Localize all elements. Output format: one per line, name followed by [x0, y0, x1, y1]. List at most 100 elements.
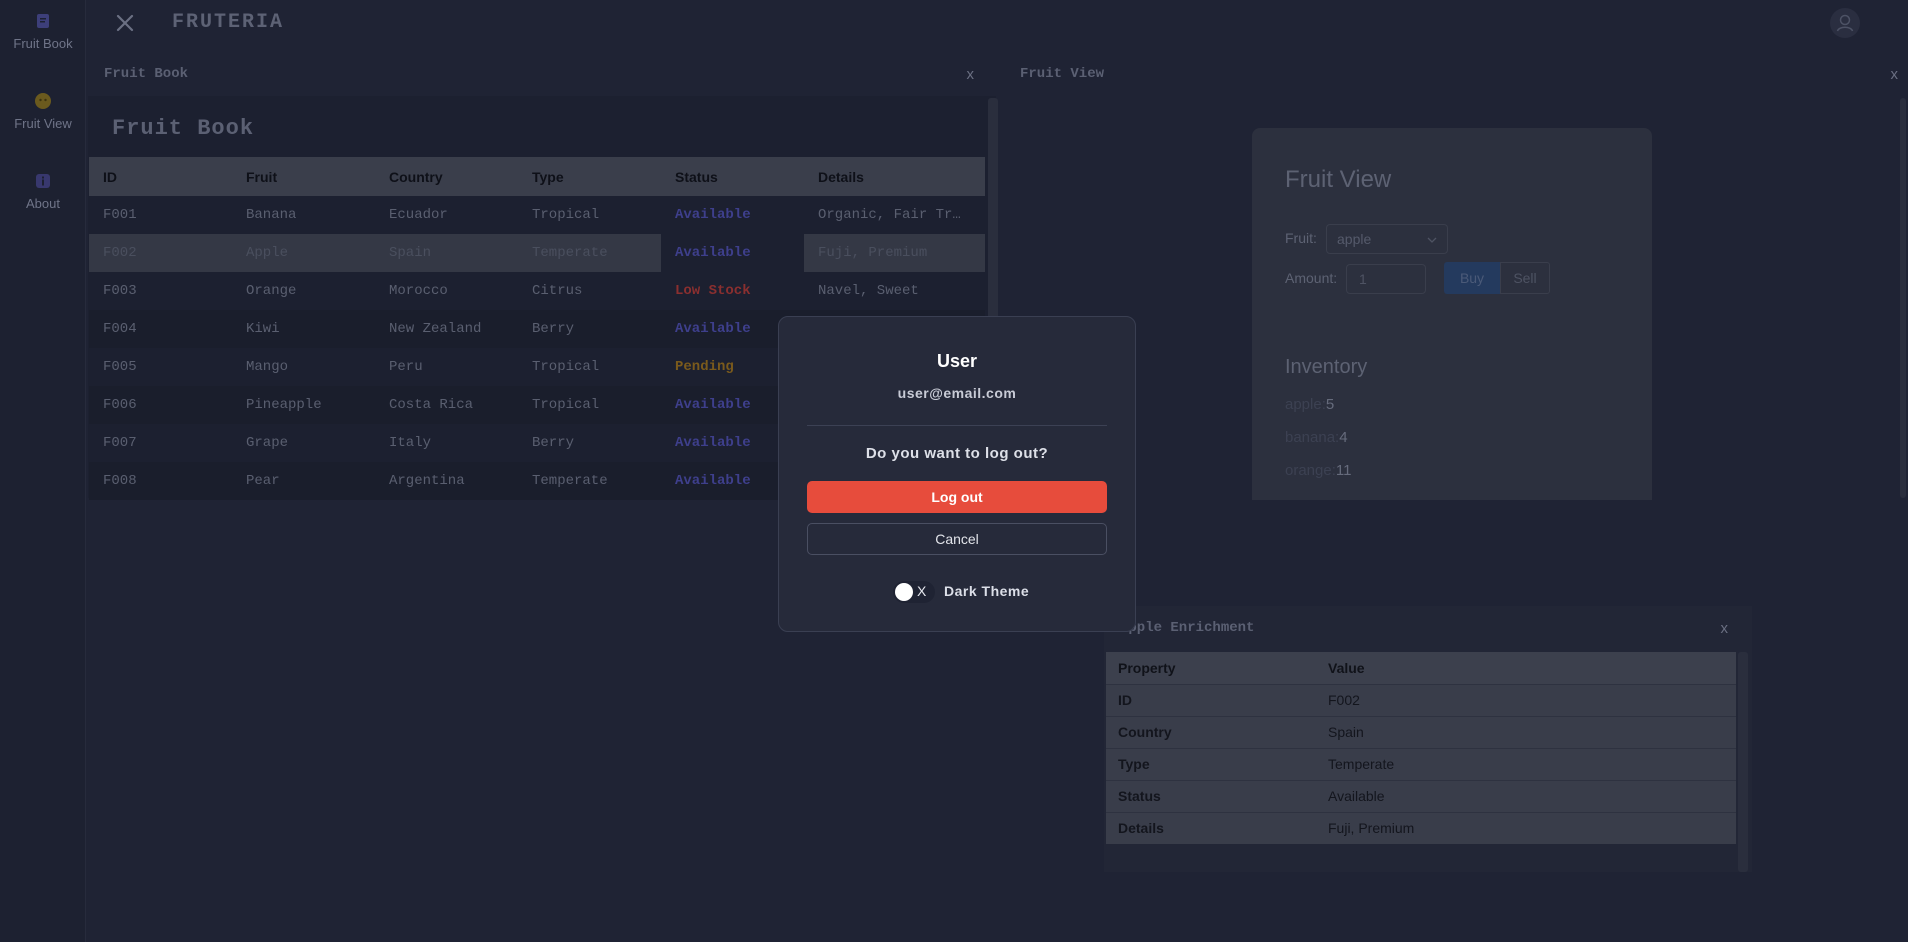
column-header[interactable]: Status	[661, 157, 804, 196]
logout-dialog: User user@email.com Do you want to log o…	[778, 316, 1136, 632]
cell-id: F008	[89, 462, 232, 500]
cell-type: Temperate	[518, 234, 661, 272]
app-brand: FRUTERIA	[172, 11, 285, 34]
cell-id: F002	[89, 234, 232, 272]
panel-title: Fruit View	[1020, 66, 1105, 82]
fruit-book-panel-header: Fruit Book x	[88, 60, 984, 90]
cell-id: F006	[89, 386, 232, 424]
cell-country: Morocco	[389, 283, 448, 299]
cell-type: Berry	[532, 435, 575, 451]
scrollbar[interactable]	[1738, 652, 1748, 872]
divider	[807, 425, 1107, 426]
buy-button[interactable]: Buy	[1444, 262, 1500, 294]
sidebar-item-fruit-view[interactable]: Fruit View	[0, 92, 86, 131]
select-value: apple	[1337, 231, 1372, 247]
dark-theme-toggle[interactable]: X	[893, 581, 935, 603]
property-value: F002	[1316, 683, 1736, 716]
fruit-label: Fruit:	[1285, 230, 1317, 246]
chevron-down-icon	[1427, 237, 1437, 243]
fruit-view-panel-header: Fruit View x	[1004, 60, 1908, 90]
table-header-row: ID Fruit Country Type Status Details	[89, 157, 985, 196]
table-row: Country Spain	[1106, 715, 1736, 748]
dark-theme-label: Dark Theme	[944, 583, 1030, 599]
sidebar-item-label: Fruit Book	[13, 36, 73, 51]
scrollbar[interactable]	[1900, 98, 1906, 498]
property-name: Status	[1106, 779, 1316, 812]
user-name: User	[936, 351, 978, 371]
cell-id: F005	[103, 359, 137, 375]
column-header[interactable]: Details	[804, 157, 985, 196]
inventory-count: 11	[1335, 462, 1352, 479]
cancel-button[interactable]: Cancel	[807, 523, 1107, 555]
property-value: Fuji, Premium	[1316, 811, 1736, 844]
inventory-name: banana:	[1285, 429, 1340, 446]
page-title: Fruit Book	[112, 116, 255, 141]
column-header[interactable]: Fruit	[232, 157, 375, 196]
table-header-row: Property Value	[1106, 652, 1736, 684]
inventory-item: apple:5	[1285, 396, 1334, 413]
amount-input[interactable]: 1	[1346, 264, 1426, 294]
avatar[interactable]	[1830, 8, 1860, 38]
column-header[interactable]: Country	[375, 157, 518, 196]
inventory-count: 4	[1339, 429, 1348, 446]
cell-country: Costa Rica	[375, 386, 518, 424]
inventory-item: orange:11	[1285, 462, 1351, 479]
cell-type: Temperate	[518, 462, 661, 500]
cell-fruit: Banana	[246, 207, 297, 223]
cell-fruit: Mango	[246, 359, 289, 375]
table-row: Details Fuji, Premium	[1106, 811, 1736, 844]
logout-button[interactable]: Log out	[807, 481, 1107, 513]
property-name: ID	[1106, 683, 1316, 716]
close-icon[interactable]	[112, 10, 138, 36]
cell-id: F004	[89, 310, 232, 348]
toggle-knob	[895, 583, 913, 601]
sidebar-item-about[interactable]: About	[0, 172, 86, 211]
inventory-name: apple:	[1285, 396, 1326, 413]
table-row-selected[interactable]: F002 Apple Spain Temperate Available Fuj…	[89, 234, 985, 272]
column-header[interactable]: ID	[89, 157, 232, 196]
fruit-icon	[35, 93, 51, 109]
property-name: Country	[1106, 715, 1316, 748]
column-header: Property	[1106, 652, 1316, 684]
toggle-off-mark: X	[917, 583, 927, 599]
cell-status: Available	[661, 234, 804, 272]
cell-fruit: Orange	[246, 283, 297, 299]
table-row[interactable]: F003 Orange Morocco Citrus Low Stock Nav…	[89, 272, 985, 310]
user-icon	[1836, 14, 1854, 32]
cell-type: Tropical	[518, 386, 661, 424]
fruit-select[interactable]: apple	[1326, 224, 1448, 254]
top-bar	[86, 0, 1908, 48]
sidebar: Fruit Book Fruit View About	[0, 0, 86, 942]
close-panel-button[interactable]: x	[1721, 620, 1729, 637]
cell-fruit: Grape	[246, 435, 289, 451]
enrichment-panel-header: Apple Enrichment x	[1104, 614, 1752, 644]
cell-details: Fuji, Premium	[804, 234, 985, 272]
cell-type: Citrus	[532, 283, 583, 299]
cell-fruit: Pineapple	[232, 386, 375, 424]
cell-type: Tropical	[532, 359, 600, 375]
column-header[interactable]: Type	[518, 157, 661, 196]
sell-button[interactable]: Sell	[1500, 262, 1550, 294]
cell-fruit: Pear	[232, 462, 375, 500]
fruit-view-card: Fruit View Fruit: apple Amount: 1 Buy Se…	[1252, 128, 1652, 500]
sidebar-item-fruit-book[interactable]: Fruit Book	[0, 12, 86, 51]
column-header: Value	[1316, 652, 1736, 684]
cell-country: Peru	[389, 359, 423, 375]
cell-id: F001	[103, 207, 137, 223]
card-title: Fruit View	[1285, 166, 1392, 193]
close-panel-button[interactable]: x	[1891, 66, 1899, 83]
table-row[interactable]: F001 Banana Ecuador Tropical Available O…	[89, 196, 985, 234]
cell-status: Available	[675, 207, 751, 223]
sidebar-item-label: About	[26, 196, 60, 211]
inventory-count: 5	[1325, 396, 1335, 413]
close-panel-button[interactable]: x	[967, 66, 975, 83]
table-row: Status Available	[1106, 779, 1736, 812]
cell-fruit: Apple	[232, 234, 375, 272]
table-row: Type Temperate	[1106, 747, 1736, 780]
user-email: user@email.com	[897, 385, 1017, 401]
cell-details: Navel, Sweet	[818, 283, 919, 299]
cell-fruit: Kiwi	[232, 310, 375, 348]
panel-title: Apple Enrichment	[1120, 620, 1255, 636]
book-icon	[37, 14, 49, 28]
inventory-item: banana:4	[1285, 429, 1348, 446]
